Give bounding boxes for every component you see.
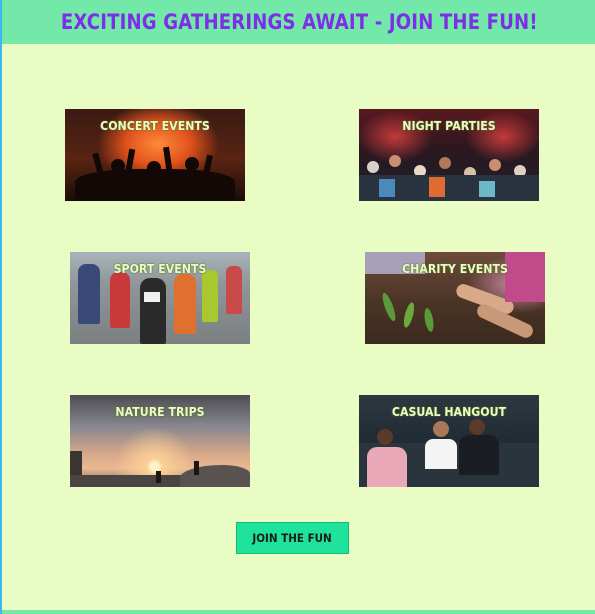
event-label: CONCERT EVENTS: [100, 118, 210, 133]
event-label: CASUAL HANGOUT: [391, 404, 507, 419]
footer-bar: [2, 610, 595, 614]
event-label: CHARITY EVENTS: [402, 261, 508, 276]
event-card-concert[interactable]: CONCERT EVENTS: [65, 109, 245, 201]
event-label: SPORT EVENTS: [113, 261, 207, 276]
page-title: EXCITING GATHERINGS AWAIT - JOIN THE FUN…: [61, 10, 538, 34]
page-header: EXCITING GATHERINGS AWAIT - JOIN THE FUN…: [2, 0, 595, 44]
event-card-nature[interactable]: NATURE TRIPS: [70, 395, 250, 487]
join-button-label: JOIN THE FUN: [252, 531, 333, 545]
event-card-sport[interactable]: SPORT EVENTS: [70, 252, 250, 344]
event-card-casual[interactable]: CASUAL HANGOUT: [359, 395, 539, 487]
event-card-night-parties[interactable]: NIGHT PARTIES: [359, 109, 539, 201]
event-label: NIGHT PARTIES: [402, 118, 496, 133]
event-label: NATURE TRIPS: [115, 404, 205, 419]
event-card-charity[interactable]: CHARITY EVENTS: [365, 252, 545, 344]
join-the-fun-button[interactable]: JOIN THE FUN: [236, 522, 349, 554]
